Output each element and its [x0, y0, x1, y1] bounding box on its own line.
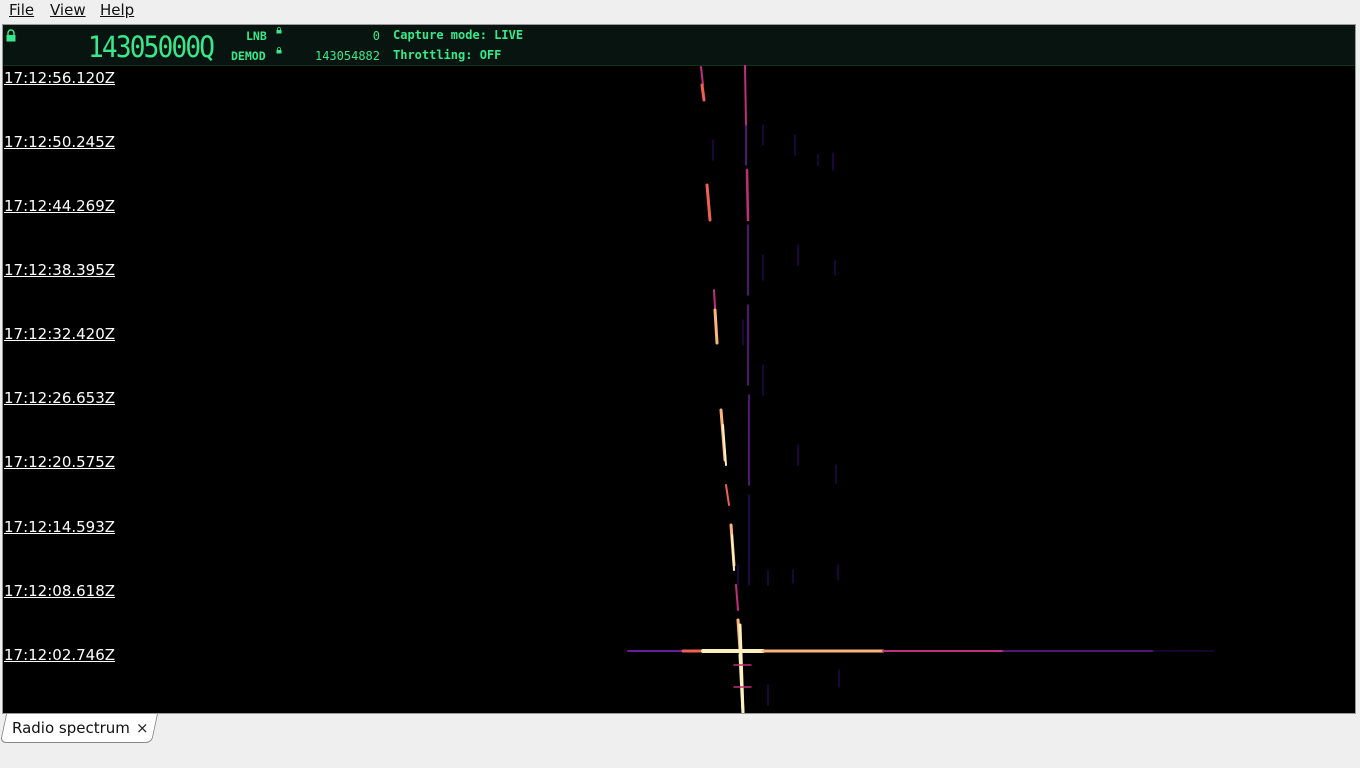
signal-trace [735, 584, 739, 611]
demod-value[interactable]: 143054882 [300, 49, 380, 63]
signal-trace [738, 623, 745, 713]
signal-trace [725, 484, 730, 506]
menu-bar: File View Help [0, 0, 1360, 23]
tab-bar: Radio spectrum × [0, 714, 1360, 768]
timestamp-label: 17:12:20.575Z [4, 453, 116, 471]
timestamp-label: 17:12:50.245Z [4, 133, 116, 151]
timestamp-label: 17:12:14.593Z [4, 518, 116, 536]
timestamp-label: 17:12:44.269Z [4, 197, 116, 215]
timestamp-label: 17:12:02.746Z [4, 646, 116, 664]
lnb-value[interactable]: 0 [300, 29, 380, 43]
waterfall-display[interactable] [3, 65, 1355, 713]
main-lock-icon[interactable] [5, 29, 17, 42]
signal-trace [700, 66, 704, 86]
signal-trace [744, 65, 747, 126]
frequency-display[interactable]: 14305000Q [88, 31, 215, 63]
tab-radio-spectrum[interactable]: Radio spectrum [12, 719, 130, 737]
signal-trace [713, 308, 719, 345]
signal-trace [745, 168, 750, 222]
timestamp-label: 17:12:26.653Z [4, 389, 116, 407]
throttling-status: Throttling: OFF [393, 48, 502, 62]
lnb-lock-icon[interactable] [276, 27, 282, 34]
timestamp-label: 17:12:38.395Z [4, 261, 116, 279]
lnb-label: LNB [246, 29, 267, 43]
signal-trace [731, 534, 735, 571]
timestamp-label: 17:12:56.120Z [4, 69, 116, 87]
menu-view[interactable]: View [50, 1, 86, 19]
signal-trace [700, 83, 706, 102]
menu-help[interactable]: Help [100, 1, 134, 19]
signal-trace [705, 183, 712, 222]
timestamp-label: 17:12:32.420Z [4, 325, 116, 343]
menu-help-label: Help [100, 1, 135, 19]
menu-view-label: View [50, 1, 86, 19]
timestamp-label: 17:12:08.618Z [4, 582, 116, 600]
tab-close-icon[interactable]: × [136, 719, 149, 737]
menu-file[interactable]: File [9, 1, 34, 19]
capture-mode-status: Capture mode: LIVE [393, 28, 524, 42]
demod-lock-icon[interactable] [276, 47, 282, 54]
menu-file-label: File [9, 1, 35, 19]
demod-label: DEMOD [231, 49, 266, 63]
